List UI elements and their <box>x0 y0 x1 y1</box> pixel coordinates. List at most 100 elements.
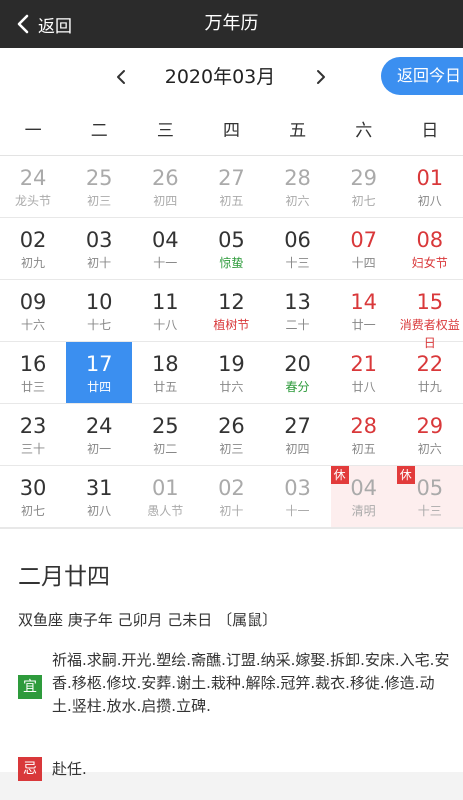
lunar-or-festival-label: 初十 <box>87 256 112 270</box>
lunar-or-festival-label: 廿九 <box>417 380 442 394</box>
calendar-day-cell[interactable]: 24 初一 <box>66 404 132 465</box>
yi-text: 祈福.求嗣.开光.塑绘.斋醮.订盟.纳采.嫁娶.拆卸.安床.入宅.安香.移柩.修… <box>52 651 450 715</box>
day-number: 15 <box>416 290 444 314</box>
calendar-day-cell[interactable]: 15 消费者权益日 <box>397 280 463 350</box>
calendar-day-cell[interactable]: 休 05 十三 <box>396 466 463 527</box>
calendar-day-cell[interactable]: 28 初五 <box>331 404 397 465</box>
calendar-day-cell[interactable]: 10 十七 <box>66 280 132 341</box>
rest-day-badge: 休 <box>330 466 349 484</box>
calendar-day-cell[interactable]: 08 妇女节 <box>397 218 463 279</box>
chevron-left-icon <box>117 70 125 84</box>
lunar-or-festival-label: 廿四 <box>87 380 112 394</box>
day-number: 21 <box>350 352 378 376</box>
calendar-day-cell[interactable]: 16 廿三 <box>0 342 66 403</box>
calendar-day-cell[interactable]: 07 十四 <box>331 218 397 279</box>
calendar-day-cell[interactable]: 31 初八 <box>66 466 132 527</box>
day-number: 20 <box>284 352 311 376</box>
lunar-or-festival-label: 初十 <box>219 504 244 518</box>
day-number: 13 <box>284 290 311 314</box>
lunar-or-festival-label: 惊蛰 <box>219 256 244 270</box>
back-to-today-button[interactable]: 返回今日 <box>381 57 463 95</box>
lunar-or-festival-label: 初二 <box>153 442 178 456</box>
lunar-or-festival-label: 初六 <box>417 442 442 456</box>
calendar-day-cell[interactable]: 02 初十 <box>198 466 264 527</box>
calendar-day-cell[interactable]: 24 龙头节 <box>0 156 66 217</box>
calendar-day-cell[interactable]: 05 惊蛰 <box>198 218 264 279</box>
lunar-or-festival-label: 二十 <box>285 318 310 332</box>
calendar-day-cell[interactable]: 12 植树节 <box>198 280 264 341</box>
day-number: 11 <box>151 290 179 314</box>
calendar-day-cell[interactable]: 25 初二 <box>132 404 198 465</box>
calendar-day-cell[interactable]: 01 愚人节 <box>132 466 198 527</box>
lunar-or-festival-label: 十一 <box>285 504 310 518</box>
day-number: 29 <box>350 166 378 190</box>
calendar-day-cell[interactable]: 29 初六 <box>397 404 463 465</box>
lunar-date: 二月廿四 <box>18 564 110 590</box>
lunar-or-festival-label: 初八 <box>417 194 442 208</box>
day-number: 17 <box>85 352 113 376</box>
lunar-or-festival-label: 初三 <box>219 442 244 456</box>
day-number: 28 <box>350 414 378 438</box>
chevron-right-icon <box>317 70 325 84</box>
calendar-day-cell[interactable]: 21 廿八 <box>331 342 397 403</box>
calendar-day-cell[interactable]: 26 初三 <box>198 404 264 465</box>
day-number: 26 <box>151 166 179 190</box>
calendar-day-cell[interactable]: 25 初三 <box>66 156 132 217</box>
lunar-or-festival-label: 清明 <box>351 504 376 518</box>
lunar-or-festival-label: 廿五 <box>153 380 178 394</box>
calendar-day-cell[interactable]: 27 初五 <box>198 156 264 217</box>
calendar-day-cell[interactable]: 04 十一 <box>132 218 198 279</box>
calendar-day-cell[interactable]: 22 廿九 <box>397 342 463 403</box>
calendar-day-cell[interactable]: 27 初四 <box>265 404 331 465</box>
day-number: 14 <box>350 290 378 314</box>
calendar-week-row: 30 初七 31 初八 01 愚人节 02 初十 03 十一 休 04 清明休 05 十三 <box>0 466 463 528</box>
back-button[interactable]: 返回 <box>12 0 72 48</box>
calendar-day-cell[interactable]: 20 春分 <box>265 342 331 403</box>
calendar-day-cell[interactable]: 11 十八 <box>132 280 198 341</box>
day-number: 01 <box>151 476 179 500</box>
calendar-day-cell[interactable]: 29 初七 <box>331 156 397 217</box>
lunar-or-festival-label: 初一 <box>87 442 112 456</box>
calendar-week-row: 09 十六 10 十七 11 十八 12 植树节 13 二十 14 廿一 15 消费者权益日 <box>0 280 463 350</box>
calendar-day-cell[interactable]: 06 十三 <box>265 218 331 279</box>
calendar-day-cell[interactable]: 19 廿六 <box>198 342 264 403</box>
lunar-or-festival-label: 三十 <box>21 442 46 456</box>
weekday-header: 一 二 三 四 五 六 日 <box>0 106 463 156</box>
day-number: 19 <box>218 352 245 376</box>
day-number: 25 <box>151 414 179 438</box>
day-number: 07 <box>350 228 378 252</box>
lunar-or-festival-label: 初五 <box>219 194 244 208</box>
calendar-day-cell[interactable]: 23 三十 <box>0 404 66 465</box>
top-bar: 返回 万年历 <box>0 0 463 48</box>
current-month-label: 2020年03月 <box>164 66 276 88</box>
ji-badge: 忌 <box>18 757 42 781</box>
calendar-day-cell[interactable]: 02 初九 <box>0 218 66 279</box>
calendar-day-cell[interactable]: 28 初六 <box>265 156 331 217</box>
calendar-day-cell[interactable]: 01 初八 <box>397 156 463 217</box>
calendar-day-cell[interactable]: 14 廿一 <box>331 280 397 341</box>
calendar-day-cell[interactable]: 03 十一 <box>265 466 331 527</box>
weekday-sat: 六 <box>355 121 373 141</box>
lunar-or-festival-label: 十四 <box>351 256 376 270</box>
calendar-day-cell[interactable]: 17 廿四 <box>66 342 133 403</box>
calendar-day-cell[interactable]: 09 十六 <box>0 280 66 341</box>
month-navigation: 2020年03月 返回今日 <box>0 48 463 106</box>
day-number: 29 <box>416 414 444 438</box>
calendar-day-cell[interactable]: 26 初四 <box>132 156 198 217</box>
lunar-or-festival-label: 初九 <box>21 256 46 270</box>
day-number: 22 <box>416 352 444 376</box>
calendar-day-cell[interactable]: 18 廿五 <box>132 342 198 403</box>
previous-month-button[interactable] <box>106 48 136 106</box>
day-number: 08 <box>416 228 444 252</box>
ji-text: 赴任. <box>52 760 87 778</box>
lunar-or-festival-label: 廿一 <box>351 318 376 332</box>
lunar-or-festival-label: 初七 <box>21 504 46 518</box>
calendar-day-cell[interactable]: 13 二十 <box>265 280 331 341</box>
day-number: 27 <box>284 414 311 438</box>
calendar-day-cell[interactable]: 休 04 清明 <box>330 466 397 527</box>
calendar-day-cell[interactable]: 03 初十 <box>66 218 132 279</box>
next-month-button[interactable] <box>306 48 336 106</box>
day-number: 04 <box>151 228 179 252</box>
calendar-week-row: 16 廿三 17 廿四 18 廿五 19 廿六 20 春分 21 廿八 22 廿九 <box>0 342 463 404</box>
calendar-day-cell[interactable]: 30 初七 <box>0 466 66 527</box>
